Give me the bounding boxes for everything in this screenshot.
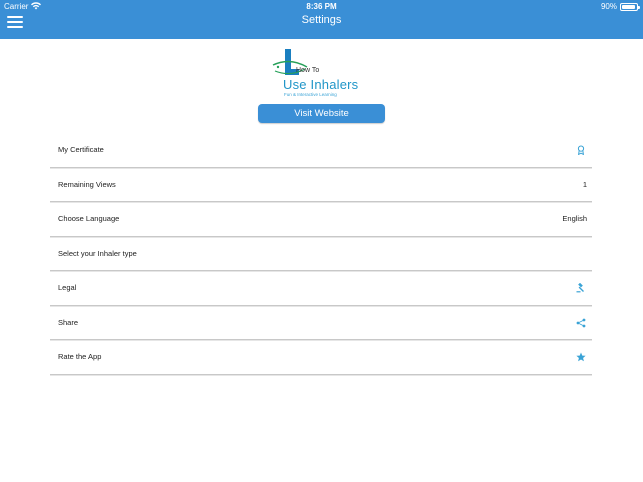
clock: 8:36 PM: [306, 2, 337, 11]
remaining-views-count: 1: [582, 179, 587, 189]
battery-icon: [620, 3, 640, 11]
app-logo: How To Use Inhalers Fun & Interactive Le…: [270, 47, 370, 99]
battery-percentage: 90%: [600, 2, 617, 11]
row-label: My Certificate: [58, 145, 104, 154]
settings-row-rate-the-app[interactable]: Rate the App: [50, 340, 592, 375]
selected-language: English: [562, 214, 587, 223]
visit-website-button[interactable]: Visit Website: [258, 104, 385, 123]
row-label: Choose Language: [58, 214, 120, 223]
row-label: Share: [58, 317, 79, 327]
settings-list: My Certificate Remaining Views 1 Choose …: [50, 133, 592, 375]
row-label: Rate the App: [58, 352, 102, 361]
row-label: Remaining Views: [58, 179, 116, 189]
share-icon: [576, 318, 586, 327]
certificate-icon: [577, 145, 585, 155]
star-icon: [576, 352, 586, 362]
row-label: Select your Inhaler type: [58, 248, 137, 258]
settings-row-share[interactable]: Share: [50, 306, 592, 340]
settings-row-remaining-views: Remaining Views 1: [50, 168, 592, 202]
navigation-bar: Carrier 8:36 PM 90% Settings: [0, 0, 643, 39]
logo-text-use-inhalers: Use Inhalers: [283, 77, 359, 92]
settings-row-my-certificate[interactable]: My Certificate: [50, 133, 592, 168]
settings-row-inhaler-type[interactable]: Select your Inhaler type: [50, 237, 592, 271]
status-bar: Carrier 8:36 PM 90%: [0, 0, 643, 13]
logo-tagline: Fun & Interactive Learning: [284, 92, 337, 97]
logo-text-how-to: How To: [296, 67, 320, 74]
row-label: Legal: [58, 283, 77, 292]
settings-row-choose-language[interactable]: Choose Language English: [50, 202, 592, 237]
settings-row-legal[interactable]: Legal: [50, 271, 592, 306]
gavel-icon: [576, 283, 584, 293]
page-title: Settings: [301, 14, 342, 26]
